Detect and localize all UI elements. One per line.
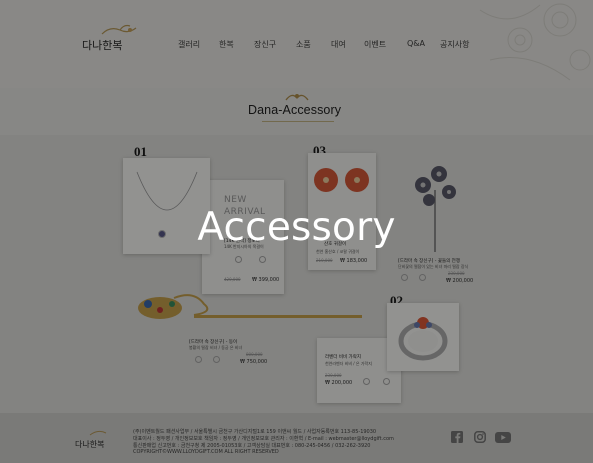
footer-logo-text: 다나한복 [75,440,104,449]
cart-icon[interactable] [383,378,390,385]
logo-text: 다나한복 [82,39,122,52]
product-old-price: 420,000 [224,277,241,282]
product-old-price: 230,000 [448,271,465,276]
wishlist-icon[interactable] [195,356,202,363]
cart-icon[interactable] [259,256,266,263]
wishlist-icon[interactable] [363,378,370,385]
footer-contact-line: 대표이사 : 정두영 / 개인정보보호 책임자 : 정두영 / 개인정보보호 관… [133,436,394,442]
header: 다나한복 갤러리 한복 장신구 소품 대여 이벤트 Q&A 공지사항 [0,0,593,88]
cart-icon[interactable] [419,274,426,281]
product-price: ₩ 200,000 [446,278,474,284]
product-old-price: 800,000 [246,352,263,357]
product-name: 라벤더 비비 가락지 [325,355,361,360]
cart-icon[interactable] [213,356,220,363]
facebook-icon[interactable] [451,431,463,443]
product-subtitle: 봉황의 떨잠 비녀 / 동궁 은 비녀 [189,345,243,350]
nav-rental[interactable]: 대여 [331,39,346,50]
product-price: ₩ 750,000 [240,359,268,365]
phoenix-binyeo-icon [138,294,362,319]
nav-qna[interactable]: Q&A [407,39,425,48]
product-old-price: 210,000 [316,258,333,263]
nav-hanbok[interactable]: 한복 [219,39,234,50]
product-price: ₩ 183,000 [340,258,368,264]
instagram-icon[interactable] [474,431,486,443]
product-subtitle: 천연라벤더 비비 / 은 가락지 [325,361,372,366]
title-underline [262,121,334,122]
product-old-price: 230,000 [325,373,342,378]
footer-company-line: (주)이벤트월드 패션사업부 / 서울특별시 금천구 가산디지털1로 159 이… [133,429,377,435]
footer-copyright: COPYRIGHT©WWW.LLOYDGIFT.COM ALL RIGHT RE… [133,449,279,455]
brand-logo[interactable]: 다나한복 [80,24,150,58]
wishlist-icon[interactable] [235,256,242,263]
product-price: ₩ 200,000 [325,380,353,386]
nav-gallery[interactable]: 갤러리 [178,39,200,50]
product-price: ₩ 399,000 [252,277,280,283]
product-showcase [0,135,593,413]
coral-earrings-icon [314,168,369,192]
nav-notice[interactable]: 공지사항 [440,39,469,50]
wishlist-icon[interactable] [401,274,408,281]
ring-icon [398,317,448,361]
nav-accessory[interactable]: 장신구 [254,39,276,50]
product-subtitle: 단비꽃의 떨잠이 있는 비녀 마리 떨잠 장식 [398,264,469,269]
logo-ornament-icon: 다나한복 [82,24,137,52]
footer-business-line: 통신판매업 신고번호 : 금천구청 제 2005-01053호 / 고객상담실 … [133,443,371,449]
overlay-title[interactable]: Accessory [0,205,593,250]
footer-logo-icon[interactable]: 다나한복 [74,429,122,451]
title-ornament-icon [285,94,309,101]
nav-props[interactable]: 소품 [296,39,311,50]
footer: 다나한복 (주)이벤트월드 패션사업부 / 서울특별시 금천구 가산디지털1로 … [0,413,593,463]
youtube-icon[interactable] [495,432,511,443]
nav-event[interactable]: 이벤트 [364,39,386,50]
section-title: Dana-Accessory [248,103,342,117]
product-image[interactable] [387,303,459,371]
